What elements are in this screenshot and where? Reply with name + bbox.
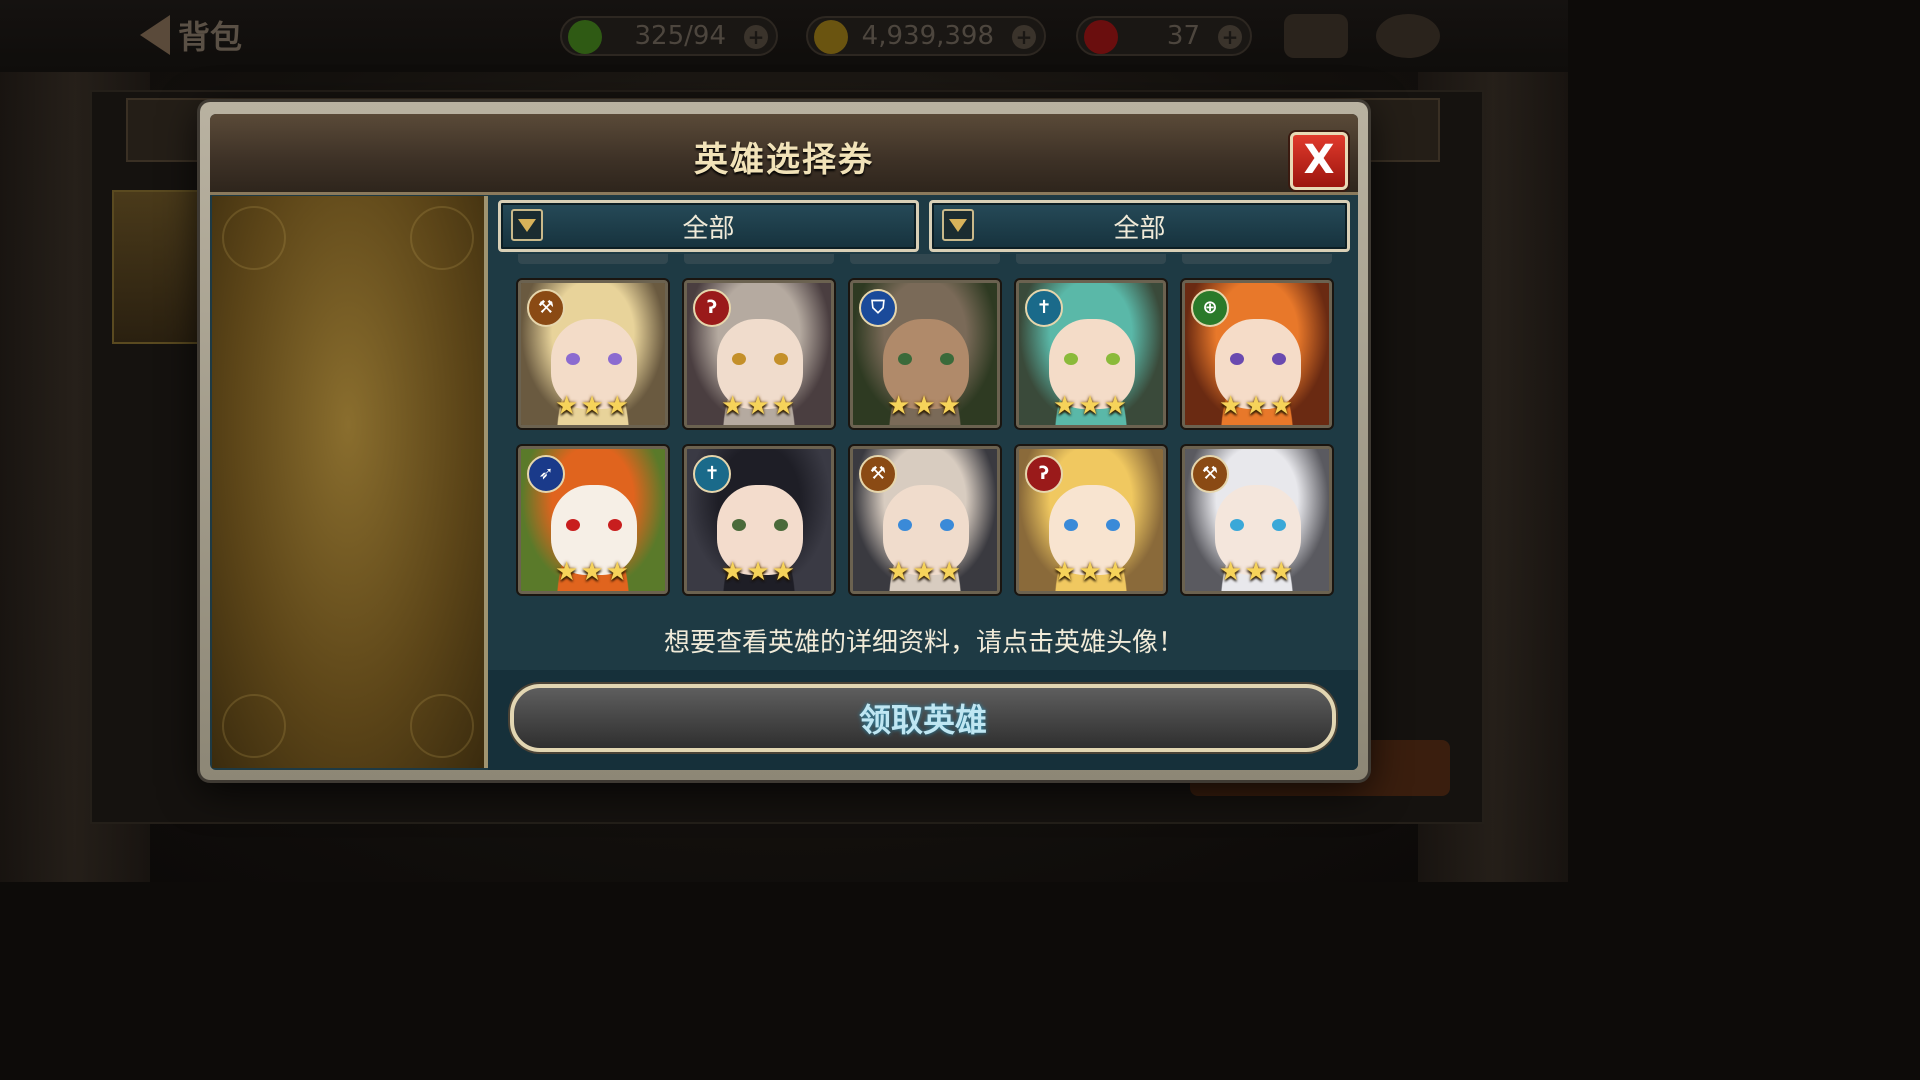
dropdown-arrow-icon [511, 209, 543, 241]
back-label: 背包 [178, 18, 243, 56]
hero-portrait[interactable]: ʔ ★★★ [1016, 446, 1166, 594]
hero-portrait[interactable]: ➶ ★★★ [518, 446, 668, 594]
claim-bar: 领取英雄 [488, 670, 1358, 770]
hero-portrait[interactable]: ⛉ ★★★ [850, 280, 1000, 428]
star-rating: ★★★ [887, 391, 963, 421]
hero-eyes [1230, 353, 1286, 365]
star-rating: ★★★ [1053, 391, 1129, 421]
axe-icon: ⚒ [527, 289, 565, 327]
back-button[interactable]: 背包 [140, 12, 242, 58]
chat-icon[interactable] [1376, 14, 1440, 58]
star-rating: ★★★ [1053, 557, 1129, 587]
hero-portrait[interactable]: ⚒ ★★★ [518, 280, 668, 428]
gem-icon [1084, 20, 1118, 54]
hero-portrait[interactable]: ⚒ ★★★ [850, 446, 1000, 594]
star-rating: ★★★ [721, 557, 797, 587]
dialog-titlebar: 英雄选择券 X [210, 114, 1358, 195]
hero-portrait[interactable]: ✝ ★★★ [684, 446, 834, 594]
class-filter-label: 全部 [682, 213, 735, 244]
hero-preview-panel [212, 196, 488, 768]
add-gem-icon[interactable]: + [1218, 25, 1242, 49]
top-bar: 背包 325/94 + 4,939,398 + 37 + [0, 0, 1568, 72]
gold-value: 4,939,398 [861, 21, 994, 51]
previous-row-edge [518, 254, 1332, 264]
gold-counter: 4,939,398 + [806, 16, 1046, 56]
element-filter-label: 全部 [1113, 213, 1166, 244]
corner-ornament [222, 694, 286, 758]
gun-icon: ➶ [527, 455, 565, 493]
star-rating: ★★★ [721, 391, 797, 421]
hint-text: 想要查看英雄的详细资料，请点击英雄头像！ [663, 628, 1184, 658]
star-rating: ★★★ [555, 557, 631, 587]
lightning-icon [568, 20, 602, 54]
stamina-value: 325/94 [634, 21, 726, 51]
star-rating: ★★★ [887, 557, 963, 587]
corner-ornament [410, 694, 474, 758]
inventory-item [112, 190, 206, 344]
axe-icon: ⚒ [859, 455, 897, 493]
hero-eyes [898, 519, 954, 531]
gem-value: 37 [1166, 21, 1200, 51]
hero-eyes [898, 353, 954, 365]
dialog-body: 英雄选择券 X 全部 全部 ⚒ ★★★ ʔ ★★★ ⛉ ★★★ ✝ ★★★ ⊕ … [210, 114, 1358, 770]
hero-portrait[interactable]: ʔ ★★★ [684, 280, 834, 428]
hero-row: ➶ ★★★ ✝ ★★★ ⚒ ★★★ ʔ ★★★ ⚒ ★★★ [518, 446, 1332, 594]
filter-bar: 全部 全部 [498, 200, 1350, 252]
corner-ornament [410, 206, 474, 270]
staff-icon: ʔ [693, 289, 731, 327]
hero-portrait[interactable]: ✝ ★★★ [1016, 280, 1166, 428]
claim-hero-button[interactable]: 领取英雄 [510, 684, 1336, 752]
hero-portrait[interactable]: ⚒ ★★★ [1182, 446, 1332, 594]
hero-eyes [732, 519, 788, 531]
element-filter-dropdown[interactable]: 全部 [929, 200, 1350, 252]
star-rating: ★★★ [1219, 557, 1295, 587]
dialog-title: 英雄选择券 [694, 140, 874, 180]
stamina-counter: 325/94 + [560, 16, 778, 56]
cross-icon: ✝ [693, 455, 731, 493]
hero-eyes [566, 519, 622, 531]
dropdown-arrow-icon [942, 209, 974, 241]
hero-eyes [732, 353, 788, 365]
hero-select-dialog: 英雄选择券 X 全部 全部 ⚒ ★★★ ʔ ★★★ ⛉ ★★★ ✝ ★★★ ⊕ … [200, 102, 1368, 780]
corner-ornament [222, 206, 286, 270]
mail-icon[interactable] [1284, 14, 1348, 58]
star-rating: ★★★ [555, 391, 631, 421]
hero-eyes [1064, 353, 1120, 365]
hero-grid[interactable]: ⚒ ★★★ ʔ ★★★ ⛉ ★★★ ✝ ★★★ ⊕ ★★★ ➶ ★★★ ✝ ★★… [498, 254, 1350, 604]
add-stamina-icon[interactable]: + [744, 25, 768, 49]
class-filter-dropdown[interactable]: 全部 [498, 200, 919, 252]
hero-eyes [566, 353, 622, 365]
close-button[interactable]: X [1290, 132, 1348, 190]
gem-counter: 37 + [1076, 16, 1252, 56]
bow-icon: ⊕ [1191, 289, 1229, 327]
back-arrow-icon [140, 15, 170, 55]
axe-icon: ⚒ [1191, 455, 1229, 493]
coin-icon [814, 20, 848, 54]
hero-portrait[interactable]: ⊕ ★★★ [1182, 280, 1332, 428]
hero-row: ⚒ ★★★ ʔ ★★★ ⛉ ★★★ ✝ ★★★ ⊕ ★★★ [518, 280, 1332, 428]
star-rating: ★★★ [1219, 391, 1295, 421]
add-gold-icon[interactable]: + [1012, 25, 1036, 49]
hero-eyes [1230, 519, 1286, 531]
shield-icon: ⛉ [859, 289, 897, 327]
staff-icon: ʔ [1025, 455, 1063, 493]
cross-icon: ✝ [1025, 289, 1063, 327]
hero-eyes [1064, 519, 1120, 531]
